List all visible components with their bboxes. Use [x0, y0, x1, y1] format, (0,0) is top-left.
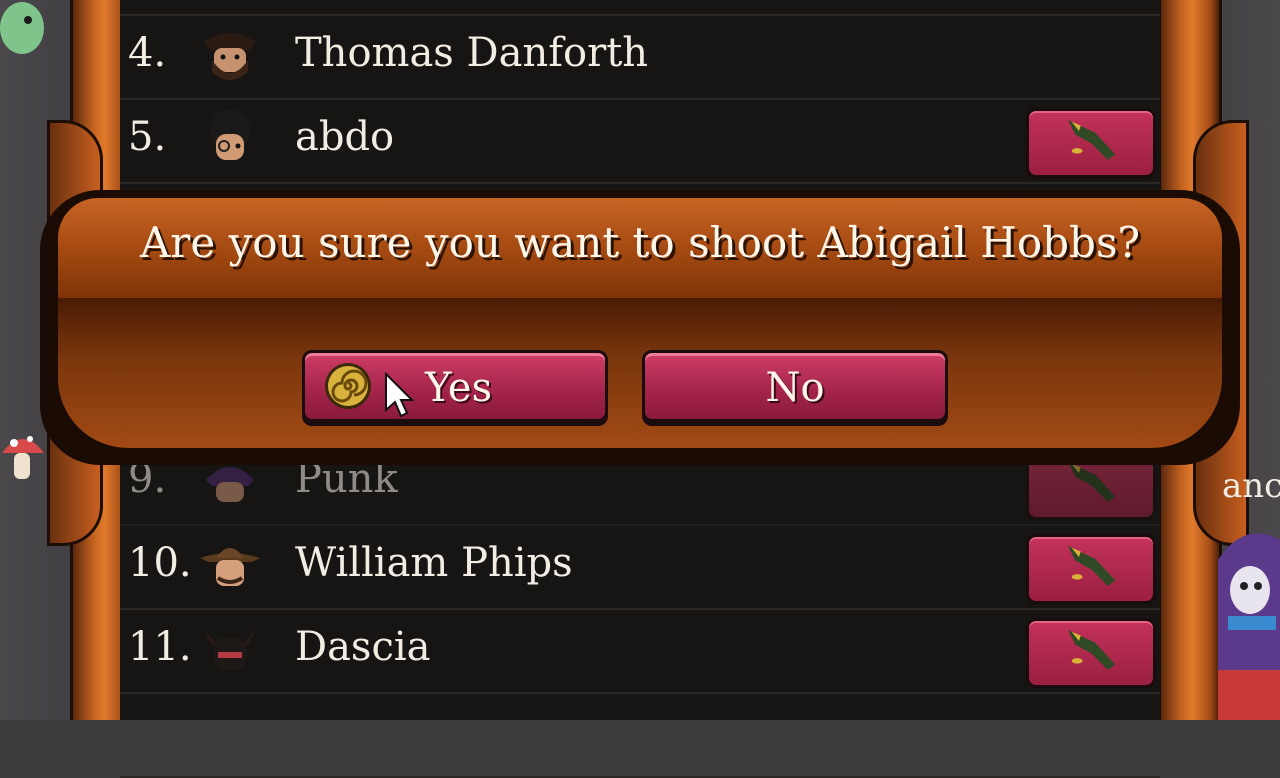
no-label: No	[765, 365, 825, 411]
player-name: Dascia	[295, 624, 431, 670]
gun-icon	[1068, 120, 1116, 160]
yes-button[interactable]: Yes	[302, 350, 608, 422]
player-row: 4. Thomas Danforth	[120, 14, 1160, 100]
player-number: 10.	[128, 540, 192, 586]
green-critter-icon	[0, 2, 44, 54]
player-name: William Phips	[295, 540, 573, 586]
shoot-button[interactable]	[1026, 108, 1156, 178]
player-name: Thomas Danforth	[295, 30, 649, 76]
player-name: abdo	[295, 114, 395, 160]
player-row: 11. Dascia	[120, 608, 1160, 694]
gun-icon	[1068, 546, 1116, 586]
horned-avatar-icon	[204, 628, 256, 670]
list-row-partial	[120, 692, 1160, 778]
cowboy-avatar-icon	[200, 548, 260, 586]
dialog-body	[58, 298, 1222, 448]
player-row: 5. abdo	[120, 98, 1160, 184]
player-number: 4.	[128, 30, 167, 76]
dialog-title: Are you sure you want to shoot Abigail H…	[139, 218, 1141, 267]
mouse-cursor-icon	[385, 372, 414, 418]
confirm-dialog: Are you sure you want to shoot Abigail H…	[40, 190, 1240, 465]
no-button[interactable]: No	[642, 350, 948, 422]
shoot-button[interactable]	[1026, 618, 1156, 688]
player-number: 5.	[128, 114, 167, 160]
shoot-button[interactable]	[1026, 534, 1156, 604]
hooded-ghost-icon	[1218, 533, 1280, 720]
side-text: anc	[1222, 466, 1280, 506]
player-row: 10. William Phips	[120, 524, 1160, 610]
gun-icon	[1068, 630, 1116, 670]
bearded-hat-avatar-icon	[204, 33, 256, 80]
curly-hair-avatar-icon	[210, 110, 250, 160]
player-number: 11.	[128, 624, 192, 670]
